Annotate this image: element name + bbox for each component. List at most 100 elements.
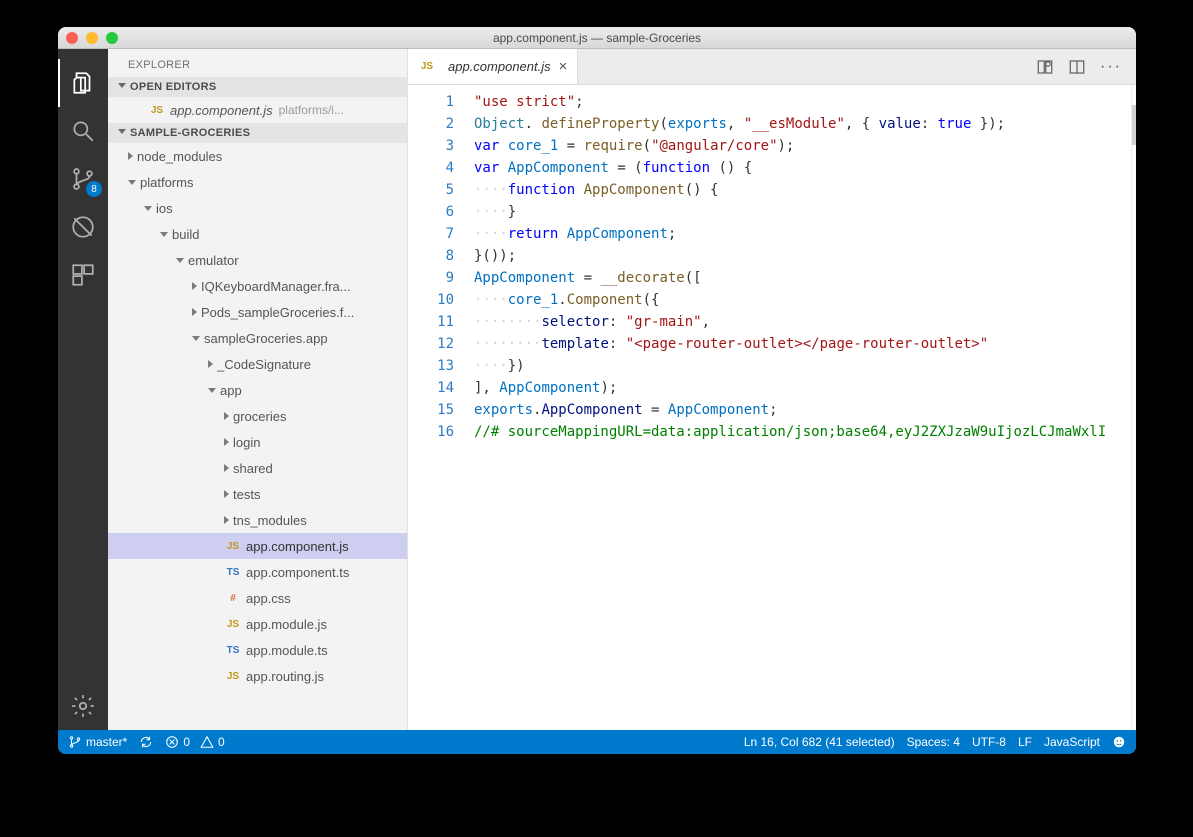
scrollbar[interactable]	[1131, 85, 1136, 730]
more-actions-icon[interactable]: ···	[1100, 58, 1122, 76]
explorer-sidebar: EXPLORER OPEN EDITORS JS app.component.j…	[108, 49, 408, 730]
tree-file[interactable]: JS app.component.js	[108, 533, 407, 559]
window-controls	[66, 32, 118, 44]
tree-file[interactable]: TSapp.module.ts	[108, 637, 407, 663]
open-editor-item[interactable]: JS app.component.js platforms/i...	[108, 97, 407, 123]
tree-file[interactable]: # app.css	[108, 585, 407, 611]
line-gutter: 12345678910111213141516	[408, 85, 464, 730]
tree-item-label: Pods_sampleGroceries.f...	[201, 305, 354, 320]
window-title: app.component.js — sample-Groceries	[493, 31, 701, 45]
chevron-right-icon	[224, 516, 229, 524]
tree-folder[interactable]: tns_modules	[108, 507, 407, 533]
scrollbar-thumb[interactable]	[1132, 105, 1136, 145]
tree-folder[interactable]: platforms	[108, 169, 407, 195]
tree-item-label: platforms	[140, 175, 193, 190]
tree-folder[interactable]: emulator	[108, 247, 407, 273]
js-file-icon: JS	[148, 105, 166, 116]
tree-item-label: app	[220, 383, 242, 398]
tree-folder[interactable]: Pods_sampleGroceries.f...	[108, 299, 407, 325]
chevron-right-icon	[224, 412, 229, 420]
tree-folder[interactable]: groceries	[108, 403, 407, 429]
tree-item-label: emulator	[188, 253, 239, 268]
workspace-header[interactable]: SAMPLE-GROCERIES	[108, 123, 407, 143]
chevron-right-icon	[192, 282, 197, 290]
minimize-window[interactable]	[86, 32, 98, 44]
sync-button[interactable]	[139, 735, 153, 749]
compare-icon[interactable]	[1036, 58, 1054, 76]
workbench: 8 EXPLORER OPEN EDITORS JS app.component…	[58, 49, 1136, 730]
tree-item-label: app.component.js	[246, 539, 349, 554]
file-type-icon: JS	[224, 619, 242, 630]
scm-badge: 8	[86, 181, 102, 197]
tree-folder[interactable]: _CodeSignature	[108, 351, 407, 377]
tree-folder[interactable]: build	[108, 221, 407, 247]
sync-icon	[139, 735, 153, 749]
close-tab-icon[interactable]: ×	[559, 58, 568, 75]
open-editor-name: app.component.js	[170, 103, 273, 118]
file-type-icon: JS	[224, 541, 242, 552]
bug-icon	[70, 214, 96, 240]
tree-folder[interactable]: sampleGroceries.app	[108, 325, 407, 351]
tree-item-label: _CodeSignature	[217, 357, 311, 372]
encoding-status[interactable]: UTF-8	[972, 735, 1006, 749]
tree-folder[interactable]: app	[108, 377, 407, 403]
editor-actions: ···	[1022, 49, 1136, 84]
language-status[interactable]: JavaScript	[1044, 735, 1100, 749]
git-branch[interactable]: master*	[68, 735, 127, 749]
warning-count: 0	[218, 735, 225, 749]
tree-folder[interactable]: ios	[108, 195, 407, 221]
warning-icon	[200, 735, 214, 749]
chevron-right-icon	[224, 464, 229, 472]
tree-file[interactable]: JSapp.module.js	[108, 611, 407, 637]
tab-bar: JS app.component.js × ···	[408, 49, 1136, 85]
cursor-position[interactable]: Ln 16, Col 682 (41 selected)	[744, 735, 895, 749]
open-editors-header[interactable]: OPEN EDITORS	[108, 77, 407, 97]
chevron-down-icon	[176, 258, 184, 263]
eol-status[interactable]: LF	[1018, 735, 1032, 749]
status-bar: master* 0 0 Ln 16, Col 682 (41 selected)…	[58, 730, 1136, 754]
activity-bar: 8	[58, 49, 108, 730]
tree-item-label: sampleGroceries.app	[204, 331, 328, 346]
tree-folder[interactable]: tests	[108, 481, 407, 507]
scm-tab[interactable]: 8	[58, 155, 108, 203]
tree-item-label: ios	[156, 201, 173, 216]
feedback-button[interactable]	[1112, 735, 1126, 749]
file-type-icon: JS	[224, 671, 242, 682]
tree-item-label: build	[172, 227, 199, 242]
chevron-right-icon	[128, 152, 133, 160]
tree-folder[interactable]: node_modules	[108, 143, 407, 169]
search-tab[interactable]	[58, 107, 108, 155]
tree-file[interactable]: JSapp.routing.js	[108, 663, 407, 689]
tree-item-label: app.css	[246, 591, 291, 606]
code-editor[interactable]: 12345678910111213141516 "use strict";Obj…	[408, 85, 1136, 730]
tree-item-label: tests	[233, 487, 260, 502]
tree-item-label: shared	[233, 461, 273, 476]
tree-file[interactable]: TSapp.component.ts	[108, 559, 407, 585]
file-type-icon: #	[224, 593, 242, 604]
js-file-icon: JS	[418, 61, 436, 72]
tree-item-label: tns_modules	[233, 513, 307, 528]
problems[interactable]: 0 0	[165, 735, 224, 749]
editor-tab[interactable]: JS app.component.js ×	[408, 49, 578, 84]
branch-name: master*	[86, 735, 127, 749]
chevron-right-icon	[192, 308, 197, 316]
open-editor-path: platforms/i...	[279, 103, 344, 117]
debug-tab[interactable]	[58, 203, 108, 251]
tree-folder[interactable]: shared	[108, 455, 407, 481]
file-type-icon: TS	[224, 645, 242, 656]
indent-status[interactable]: Spaces: 4	[907, 735, 960, 749]
file-type-icon: TS	[224, 567, 242, 578]
zoom-window[interactable]	[106, 32, 118, 44]
split-editor-icon[interactable]	[1068, 58, 1086, 76]
chevron-down-icon	[208, 388, 216, 393]
explorer-tab[interactable]	[58, 59, 108, 107]
code-content[interactable]: "use strict";Object. defineProperty(expo…	[464, 85, 1131, 730]
tree-folder[interactable]: IQKeyboardManager.fra...	[108, 273, 407, 299]
gear-icon	[70, 693, 96, 719]
tree-folder[interactable]: login	[108, 429, 407, 455]
settings-tab[interactable]	[58, 682, 108, 730]
close-window[interactable]	[66, 32, 78, 44]
chevron-right-icon	[208, 360, 213, 368]
chevron-down-icon	[144, 206, 152, 211]
extensions-tab[interactable]	[58, 251, 108, 299]
